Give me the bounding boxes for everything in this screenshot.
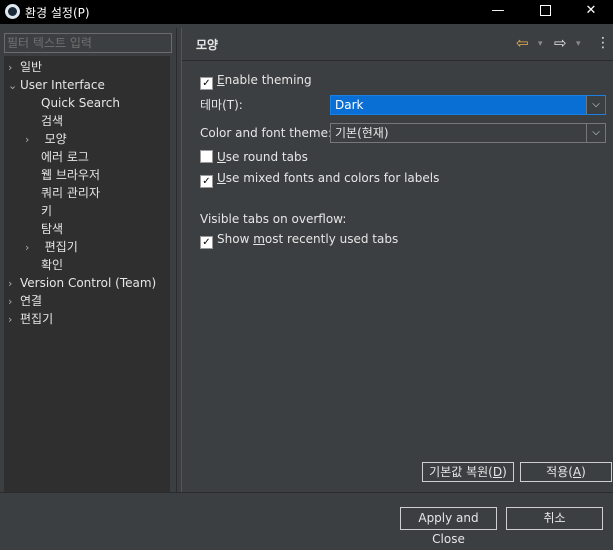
chevron-right-icon[interactable]: › [8,59,20,77]
checkbox-label: se round tabs [225,150,308,164]
color-font-theme-label: Color and font theme: [200,126,333,140]
checkbox-label: ost recently used tabs [264,232,399,246]
show-mru-tabs-checkbox[interactable]: ✓ Show most recently used tabs [200,230,399,249]
tree-item-ui-editors[interactable]: › 편집기 [25,238,78,256]
tree-item-connection[interactable]: › 연결 [8,292,42,310]
minimize-button[interactable]: — [475,0,521,24]
tree-item-user-interface[interactable]: ⌄ User Interface [8,76,105,94]
tree-item-label: 편집기 [20,312,54,326]
filter-input[interactable]: 필터 텍스트 입력 [4,33,172,53]
chevron-right-icon[interactable]: › [8,311,20,329]
page-header: 모양 ⇦ ▾ ⇨ ▾ ⋮ [182,28,613,61]
tree-item-label: 검색 [41,114,64,128]
mixed-fonts-checkbox[interactable]: ✓ Use mixed fonts and colors for labels [200,169,440,188]
maximize-button[interactable] [522,0,568,24]
checkbox-label: Show [217,232,254,246]
tree-item-query-manager[interactable]: 쿼리 관리자 [41,184,100,202]
tree-item-appearance[interactable]: › 모양 [25,130,67,148]
checkbox-label: nable theming [224,73,312,87]
checkbox-label: se mixed fonts and colors for labels [225,171,440,185]
forward-history-dropdown-icon[interactable]: ▾ [576,36,581,52]
tree-item-web-browser[interactable]: 웹 브라우저 [41,166,100,184]
round-tabs-checkbox[interactable]: Use round tabs [200,148,308,166]
enable-theming-checkbox[interactable]: ✓ Enable theming [200,71,312,90]
visible-tabs-label: Visible tabs on overflow: [200,212,347,226]
tree-item-keys[interactable]: 키 [41,202,52,220]
tree-item-label: 확인 [41,258,64,272]
tree-item-general[interactable]: › 일반 [8,58,42,76]
page-title: 모양 [196,38,219,52]
mnemonic: D [492,465,503,479]
tree-item-label: 쿼리 관리자 [41,186,101,200]
back-history-dropdown-icon[interactable]: ▾ [538,36,543,52]
checkbox-checked[interactable]: ✓ [200,236,213,249]
checkbox-checked[interactable]: ✓ [200,77,213,90]
appearance-page: 모양 ⇦ ▾ ⇨ ▾ ⋮ ✓ Enable theming 테마(T): Dark… [181,28,613,492]
tree-item-label: 탐색 [41,222,64,236]
chevron-down-icon[interactable]: ⌵ [586,124,605,142]
back-arrow-icon[interactable]: ⇦ [516,35,529,51]
tree-item-label: 모양 [44,132,67,146]
tree-item-error-log[interactable]: 에러 로그 [41,148,89,166]
tree-item-label: User Interface [20,78,105,92]
tree-item-version-control[interactable]: › Version Control (Team) [8,274,156,292]
color-font-theme-value: 기본(현재) [335,126,389,140]
chevron-down-icon[interactable]: ⌄ [8,77,20,95]
theme-label: 테마(T): [200,98,243,112]
tree-item-label: Quick Search [41,96,120,110]
preferences-tree: › 일반 ⌄ User Interface Quick Search 검색 › 모양… [4,56,170,520]
button-label: ) [502,465,507,479]
button-label: ) [581,465,586,479]
tree-item-label: 웹 브라우저 [41,168,101,182]
dialog-button-bar: Apply and Close 취소 [0,492,613,546]
title-bar: 환경 설정(P) — ✕ [0,0,613,24]
chevron-right-icon[interactable]: › [25,239,37,257]
tree-item-search[interactable]: 검색 [41,112,63,130]
theme-select-value: Dark [335,98,364,112]
tree-item-editors[interactable]: › 편집기 [8,310,53,328]
mnemonic: E [217,73,225,87]
theme-select[interactable]: Dark ⌵ [330,95,606,115]
mnemonic: U [217,150,226,164]
button-label: 적용( [546,465,573,479]
tree-item-label: 편집기 [44,240,78,254]
tree-item-navigation[interactable]: 탐색 [41,220,63,238]
tree-item-label: 일반 [20,60,43,74]
tree-item-label: Version Control (Team) [20,276,157,290]
button-label: 기본값 복원( [429,465,493,479]
apply-and-close-button[interactable]: Apply and Close [400,507,497,546]
window-title: 환경 설정(P) [25,6,90,20]
mnemonic: m [253,232,265,246]
chevron-right-icon[interactable]: › [8,275,20,293]
maximize-icon [539,5,551,16]
tree-item-label: 연결 [20,294,43,308]
checkbox-checked[interactable]: ✓ [200,175,213,188]
cancel-button[interactable]: 취소 [506,507,603,530]
view-menu-icon[interactable]: ⋮ [596,35,610,51]
apply-button[interactable]: 적용(A) [520,462,612,482]
tree-item-label: 키 [41,204,53,218]
chevron-right-icon[interactable]: › [8,293,20,311]
tree-item-label: 에러 로그 [41,150,89,164]
tree-item-confirm[interactable]: 확인 [41,256,63,274]
preferences-navigation: 필터 텍스트 입력 › 일반 ⌄ User Interface Quick Sear… [0,28,177,520]
mnemonic: A [572,465,582,479]
forward-arrow-icon[interactable]: ⇨ [554,35,567,51]
mnemonic: U [217,171,226,185]
restore-defaults-button[interactable]: 기본값 복원(D) [422,462,514,482]
eclipse-app-icon [5,4,20,19]
close-button[interactable]: ✕ [568,0,613,24]
chevron-right-icon[interactable]: › [25,131,37,149]
checkbox-unchecked[interactable] [200,150,213,163]
color-font-theme-select[interactable]: 기본(현재) ⌵ [330,123,606,143]
tree-item-quick-search[interactable]: Quick Search [41,94,120,112]
chevron-down-icon[interactable]: ⌵ [586,96,605,114]
